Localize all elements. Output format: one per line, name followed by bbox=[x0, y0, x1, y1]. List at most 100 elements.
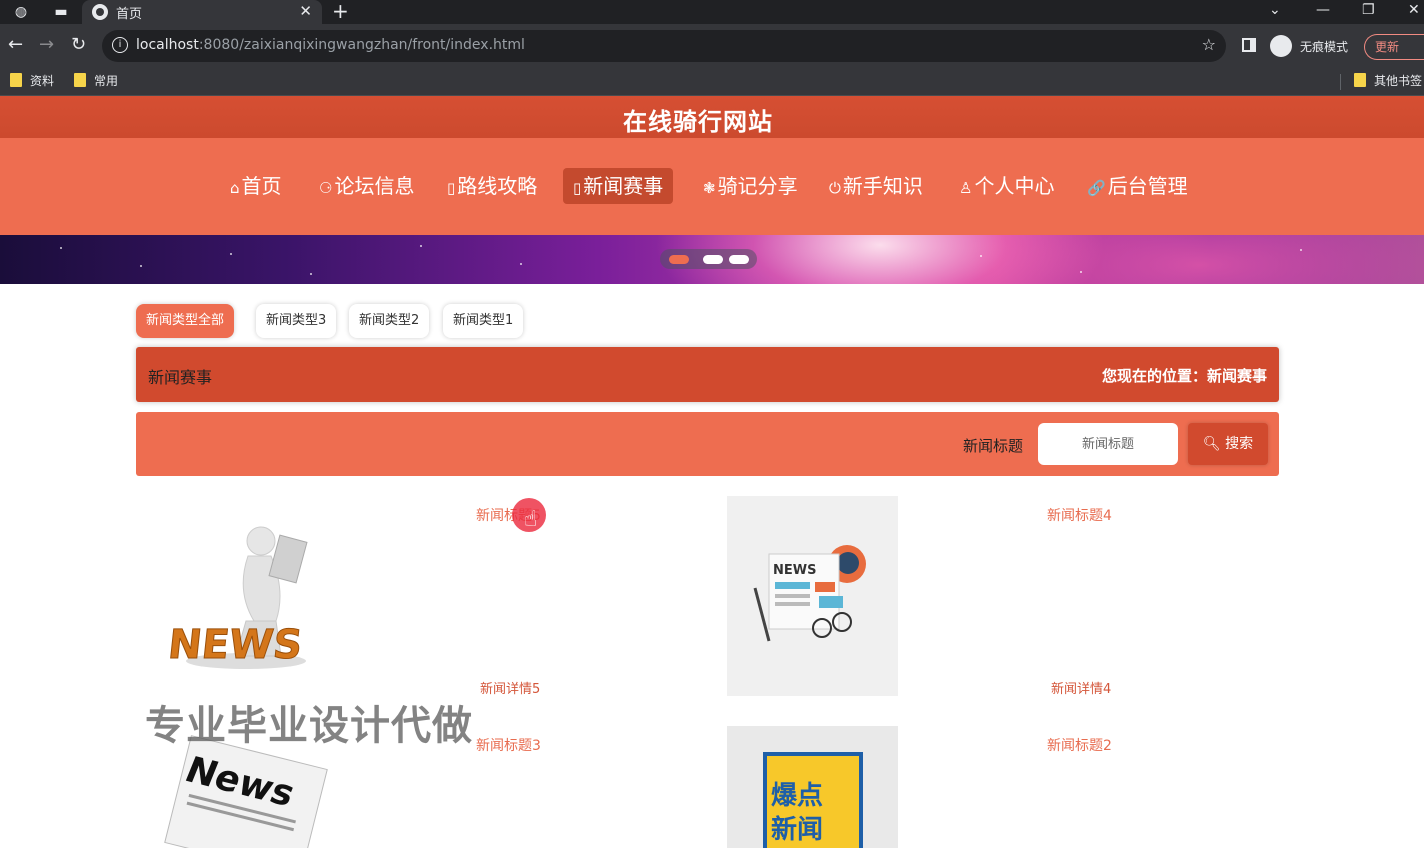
restore-icon[interactable]: ❐ bbox=[1362, 0, 1375, 20]
nav-label: 新手知识 bbox=[842, 174, 923, 198]
banner-star bbox=[310, 273, 312, 275]
carousel-dot[interactable] bbox=[669, 255, 689, 264]
search-icon: 🔍︎ bbox=[1202, 436, 1221, 452]
nav-item-news[interactable]: ▯ 新闻赛事 bbox=[563, 168, 674, 204]
search-label: 新闻标题 bbox=[963, 437, 1024, 455]
svg-text:新闻: 新闻 bbox=[771, 814, 823, 845]
bookmark-folder[interactable]: 资料 bbox=[10, 72, 54, 90]
news-title[interactable]: 新闻标题4 bbox=[1047, 505, 1112, 525]
bookmark-star-icon[interactable]: ☆ bbox=[1202, 35, 1216, 54]
section-header: 新闻赛事 您现在的位置：新闻赛事 bbox=[136, 347, 1279, 402]
nav-label: 论坛信息 bbox=[334, 174, 415, 198]
main-nav: ⌂ 首页 ⚆ 论坛信息 ▯ 路线攻略 ▯ 新闻赛事 ❃ 骑记分享 ⏻ 新手知识 ♙ 个人中心 … bbox=[0, 138, 1424, 235]
nav-label: 个人中心 bbox=[974, 174, 1055, 198]
banner-star bbox=[520, 263, 522, 265]
other-bookmarks-label: 其他书签 bbox=[1374, 74, 1423, 88]
tab-title: 首页 bbox=[116, 7, 143, 22]
new-tab-icon[interactable]: + bbox=[332, 0, 349, 22]
filter-all[interactable]: 新闻类型全部 bbox=[136, 304, 235, 338]
folder-icon bbox=[74, 73, 86, 87]
watermark-text: 专业毕业设计代做 bbox=[145, 703, 473, 749]
nav-label: 路线攻略 bbox=[457, 174, 538, 198]
news-title[interactable]: 新闻标题2 bbox=[1047, 735, 1112, 755]
side-panel-icon[interactable] bbox=[1242, 38, 1256, 52]
carousel-dot[interactable] bbox=[729, 255, 749, 264]
news-icon: ▯ bbox=[573, 179, 582, 197]
site-title: 在线骑行网站 bbox=[623, 108, 773, 136]
svg-text:爆点: 爆点 bbox=[771, 780, 823, 811]
news-image-burst[interactable]: 爆点 新闻 bbox=[727, 726, 898, 848]
nav-item-forum[interactable]: ⚆ 论坛信息 bbox=[309, 168, 424, 204]
nav-item-home[interactable]: ⌂ 首页 bbox=[220, 168, 292, 204]
nav-label: 后台管理 bbox=[1107, 174, 1188, 198]
update-button[interactable]: 更新 bbox=[1364, 34, 1424, 60]
svg-text:NEWS: NEWS bbox=[773, 563, 816, 578]
search-button[interactable]: 🔍︎ 搜索 bbox=[1188, 423, 1268, 465]
news-detail: 新闻详情5 bbox=[480, 682, 541, 697]
site-info-icon[interactable]: i bbox=[112, 37, 128, 53]
address-bar[interactable]: i localhost:8080/zaixianqixingwangzhan/f… bbox=[102, 30, 1226, 62]
bookmarks-divider bbox=[1340, 74, 1341, 90]
svg-text:NEWS: NEWS bbox=[166, 622, 305, 668]
filter-type-1[interactable]: 新闻类型1 bbox=[443, 304, 524, 338]
news-image-flat[interactable]: NEWS bbox=[727, 496, 898, 696]
section-title: 新闻赛事 bbox=[148, 368, 213, 387]
tab-search-icon[interactable]: ▬ bbox=[52, 3, 70, 21]
news-flat-illustration: NEWS bbox=[753, 545, 866, 642]
search-input[interactable] bbox=[1038, 423, 1178, 465]
nav-item-profile[interactable]: ♙ 个人中心 bbox=[949, 168, 1064, 204]
folder-icon bbox=[1354, 73, 1366, 87]
search-bar: 新闻标题 🔍︎ 搜索 bbox=[136, 412, 1279, 476]
folder-icon bbox=[10, 73, 22, 87]
home-icon: ⌂ bbox=[230, 179, 240, 197]
carousel-dot[interactable] bbox=[703, 255, 723, 264]
forward-arrow-icon[interactable]: → bbox=[39, 34, 54, 56]
link-icon: 🔗 bbox=[1087, 179, 1106, 197]
route-icon: ▯ bbox=[447, 179, 456, 197]
forum-icon: ⚆ bbox=[319, 179, 333, 197]
browser-toolbar: ← → ↻ i localhost:8080/zaixianqixingwang… bbox=[0, 24, 1424, 68]
nav-label: 骑记分享 bbox=[717, 174, 798, 198]
nav-item-beginner[interactable]: ⏻ 新手知识 bbox=[819, 168, 933, 204]
bookmark-label: 常用 bbox=[94, 74, 119, 88]
url-text[interactable]: localhost:8080/zaixianqixingwangzhan/fro… bbox=[136, 37, 525, 53]
news-3d-man-illustration: NEWS bbox=[165, 526, 308, 669]
close-window-icon[interactable]: ✕ bbox=[1408, 0, 1420, 20]
banner-star bbox=[140, 265, 142, 267]
nav-item-admin[interactable]: 🔗 后台管理 bbox=[1077, 168, 1198, 204]
nav-item-share[interactable]: ❃ 骑记分享 bbox=[693, 168, 808, 204]
banner-star bbox=[1300, 249, 1302, 251]
search-button-label: 搜索 bbox=[1225, 436, 1254, 452]
snowflake-icon: ❃ bbox=[703, 179, 716, 197]
reload-icon[interactable]: ↻ bbox=[71, 34, 86, 56]
globe-icon[interactable]: ◍ bbox=[12, 3, 30, 21]
back-arrow-icon[interactable]: ← bbox=[8, 34, 23, 56]
url-host: localhost bbox=[136, 37, 199, 53]
breadcrumb: 您现在的位置：新闻赛事 bbox=[1101, 367, 1267, 385]
cursor-highlight: ☝ bbox=[512, 498, 546, 532]
incognito-icon[interactable] bbox=[1270, 35, 1292, 57]
browser-tab-active[interactable]: 首页 ✕ bbox=[82, 0, 322, 24]
browser-tab-strip: ◍ ▬ 首页 ✕ + ⌄ — ❐ ✕ bbox=[0, 0, 1424, 24]
carousel-indicators bbox=[660, 249, 757, 269]
url-path: :8080/zaixianqixingwangzhan/front/index.… bbox=[198, 37, 525, 53]
bookmark-folder[interactable]: 常用 bbox=[74, 72, 118, 90]
hand-cursor-icon: ☝ bbox=[524, 507, 538, 532]
banner-star bbox=[1080, 271, 1082, 273]
user-icon: ♙ bbox=[959, 179, 973, 197]
filter-type-3[interactable]: 新闻类型3 bbox=[256, 304, 337, 338]
nav-item-routes[interactable]: ▯ 路线攻略 bbox=[437, 168, 547, 204]
minimize-icon[interactable]: — bbox=[1316, 0, 1330, 20]
banner-star bbox=[230, 253, 232, 255]
banner-carousel[interactable] bbox=[0, 235, 1424, 284]
bookmark-label: 资料 bbox=[30, 74, 55, 88]
news-title[interactable]: 新闻标题3 bbox=[476, 735, 541, 755]
bookmarks-bar: 资料 常用 其他书签 bbox=[0, 68, 1424, 96]
banner-star bbox=[60, 247, 62, 249]
tab-list-icon[interactable]: ⌄ bbox=[1269, 0, 1281, 20]
news-image-3d-man[interactable]: NEWS bbox=[136, 496, 336, 696]
filter-type-2[interactable]: 新闻类型2 bbox=[349, 304, 430, 338]
news-detail: 新闻详情4 bbox=[1051, 682, 1112, 697]
close-tab-icon[interactable]: ✕ bbox=[299, 2, 312, 20]
other-bookmarks[interactable]: 其他书签 bbox=[1354, 72, 1422, 90]
